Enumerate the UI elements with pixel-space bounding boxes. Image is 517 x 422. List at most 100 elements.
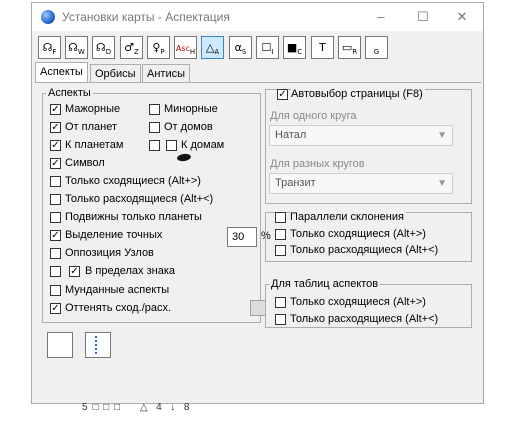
- toolbar-letter: W: [77, 48, 85, 57]
- title-bar[interactable]: Установки карты - Аспектация – ☐ ✕: [32, 3, 483, 31]
- toolbar-letter: I: [271, 48, 274, 57]
- to-houses-label: К домам: [181, 139, 225, 151]
- toolbar-p-button[interactable]: ♀P: [147, 36, 170, 59]
- planets-mobile-checkbox[interactable]: [50, 212, 61, 223]
- declination-label: Параллели склонения: [290, 211, 406, 223]
- multi-circle-select[interactable]: Транзит ▼: [269, 173, 453, 194]
- from-planets-label: От планет: [65, 121, 118, 133]
- only-diverging-checkbox[interactable]: [50, 194, 61, 205]
- tab-antiscia[interactable]: Антисы: [142, 64, 191, 82]
- minor-checkbox[interactable]: [149, 104, 160, 115]
- toolbar-glyph-icon: T: [319, 41, 326, 54]
- list-view-button[interactable]: [85, 332, 111, 358]
- toolbar-letter: H: [189, 48, 196, 57]
- toolbar-letter: C: [297, 48, 303, 57]
- tables-group-title: Для таблиц аспектов: [271, 278, 379, 290]
- minimize-button[interactable]: –: [366, 3, 396, 31]
- declination-converging-label: Только сходящиеся (Alt+>): [290, 228, 426, 240]
- app-globe-icon: [41, 10, 55, 24]
- from-planets-checkbox[interactable]: ✓: [50, 122, 61, 133]
- toolbar-glyph-icon: ☐: [261, 41, 272, 54]
- major-label: Мажорные: [65, 103, 121, 115]
- toolbar-letter: S: [241, 48, 247, 57]
- toolbar-letter: D: [105, 48, 112, 57]
- only-diverging-label: Только расходящиеся (Alt+<): [65, 193, 214, 205]
- toolbar-letter: G: [373, 48, 380, 57]
- toolbar-glyph-icon: Asc: [175, 44, 190, 53]
- toolbar-glyph-icon: ☊: [68, 41, 78, 54]
- toolbar-letter: Z: [134, 48, 139, 57]
- toolbar-i-button[interactable]: ☐I: [256, 36, 279, 59]
- chevron-down-icon: ▼: [437, 130, 447, 141]
- window-title: Установки карты - Аспектация: [62, 10, 230, 24]
- to-houses-small-checkbox[interactable]: [149, 140, 160, 151]
- toolbar-glyph-icon: α: [234, 41, 242, 54]
- minor-label: Минорные: [164, 103, 218, 115]
- only-converging-checkbox[interactable]: [50, 176, 61, 187]
- planets-mobile-label: Подвижны только планеты: [65, 211, 202, 223]
- toolbar-a-button[interactable]: △A: [201, 36, 224, 59]
- dialog-window: Установки карты - Аспектация – ☐ ✕ ☊F ☊W ☊…: [31, 2, 484, 404]
- node-opposition-label: Оппозиция Узлов: [65, 247, 154, 259]
- within-sign-label: В пределах знака: [85, 265, 176, 277]
- toolbar-glyph-icon: ☊: [42, 41, 53, 54]
- tab-orbs[interactable]: Орбисы: [90, 64, 141, 82]
- toolbar-f-button[interactable]: ☊F: [38, 36, 61, 59]
- toolbar-letter: A: [214, 48, 220, 57]
- symbol-checkbox[interactable]: ✓: [50, 158, 61, 169]
- major-checkbox[interactable]: ✓: [50, 104, 61, 115]
- highlight-exact-label: Выделение точных: [65, 229, 163, 241]
- declination-converging-checkbox[interactable]: [275, 229, 286, 240]
- from-houses-label: От домов: [164, 121, 213, 133]
- toolbar-h-button[interactable]: AscH: [174, 36, 197, 59]
- toolbar-r-button[interactable]: ▭R: [338, 36, 361, 59]
- auto-page-checkbox[interactable]: ✓: [277, 89, 288, 100]
- tables-converging-checkbox[interactable]: [275, 297, 286, 308]
- aspects-group-title: Аспекты: [48, 87, 91, 99]
- toolbar-d-button[interactable]: ☊D: [92, 36, 115, 59]
- node-opposition-checkbox[interactable]: [50, 248, 61, 259]
- within-sign-outer-checkbox[interactable]: [50, 266, 61, 277]
- toolbar-letter: R: [352, 48, 358, 57]
- to-planets-checkbox[interactable]: ✓: [50, 140, 61, 151]
- mundane-label: Мунданные аспекты: [65, 284, 170, 296]
- maximize-button[interactable]: ☐: [408, 3, 438, 31]
- toolbar-letter: F: [52, 48, 57, 57]
- tab-aspects[interactable]: Аспекты: [35, 62, 88, 83]
- highlight-exact-checkbox[interactable]: ✓: [50, 230, 61, 241]
- symbol-label: Символ: [65, 157, 105, 169]
- shade-color-button[interactable]: [250, 300, 266, 316]
- chevron-down-icon: ▼: [437, 178, 447, 189]
- tables-diverging-checkbox[interactable]: [275, 314, 286, 325]
- toolbar-w-button[interactable]: ☊W: [65, 36, 88, 59]
- toolbar-z-button[interactable]: ♂Z: [120, 36, 143, 59]
- declination-diverging-label: Только расходящиеся (Alt+<): [290, 244, 439, 256]
- from-houses-checkbox[interactable]: [149, 122, 160, 133]
- to-planets-label: К планетам: [65, 139, 124, 151]
- toolbar-glyph-icon: ♂: [124, 41, 135, 54]
- multi-circle-label: Для разных кругов: [270, 158, 365, 170]
- declination-checkbox[interactable]: [275, 212, 286, 223]
- single-circle-select[interactable]: Натал ▼: [269, 125, 453, 146]
- background-glyph-row: 5 □ □ □ △ 4 ↓ 8: [82, 402, 191, 413]
- toolbar-c-button[interactable]: ■C: [283, 36, 306, 59]
- only-converging-label: Только сходящиеся (Alt+>): [65, 175, 201, 187]
- to-houses-checkbox[interactable]: [166, 140, 177, 151]
- shade-checkbox[interactable]: ✓: [50, 303, 61, 314]
- single-circle-label: Для одного круга: [270, 110, 357, 122]
- single-circle-value: Натал: [275, 129, 307, 141]
- mundane-checkbox[interactable]: [50, 285, 61, 296]
- toolbar-glyph-icon: ▭: [341, 41, 353, 54]
- tables-diverging-label: Только расходящиеся (Alt+<): [290, 313, 439, 325]
- toolbar-g-button[interactable]: G: [365, 36, 388, 59]
- shade-label: Оттенять сход./расх.: [65, 302, 172, 314]
- auto-page-label: Автовыбор страницы (F8): [291, 88, 425, 100]
- within-sign-checkbox[interactable]: ✓: [69, 266, 80, 277]
- toolbar-glyph-icon: ☊: [95, 41, 106, 54]
- close-button[interactable]: ✕: [447, 3, 477, 31]
- toolbar-s-button[interactable]: αS: [229, 36, 252, 59]
- toolbar-t-button[interactable]: T: [311, 36, 334, 59]
- precision-input[interactable]: 30: [227, 227, 257, 247]
- blank-button[interactable]: [47, 332, 73, 358]
- declination-diverging-checkbox[interactable]: [275, 245, 286, 256]
